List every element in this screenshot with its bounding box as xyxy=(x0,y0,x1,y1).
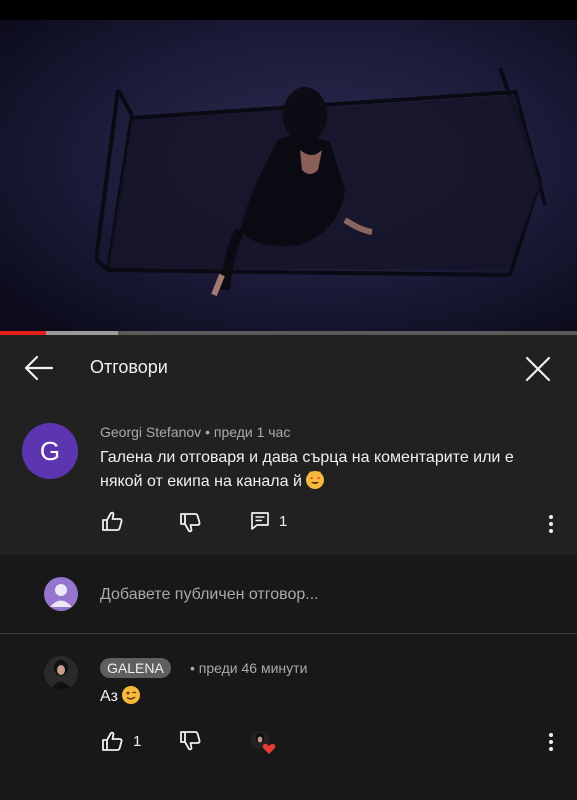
reply-comment: GALENA • преди 46 минути Аз 1 xyxy=(0,634,577,800)
more-vert-icon xyxy=(546,733,556,751)
like-button[interactable] xyxy=(101,511,123,531)
reply-text-block: Аз xyxy=(100,686,141,706)
reply-time: преди 46 минути xyxy=(198,660,308,676)
video-player[interactable] xyxy=(0,20,577,331)
status-bar xyxy=(0,0,577,20)
dislike-icon xyxy=(180,731,201,751)
winking-face-icon xyxy=(122,686,141,704)
reply-count-button[interactable]: 1 xyxy=(251,512,287,530)
close-icon xyxy=(525,356,551,382)
back-button[interactable] xyxy=(22,353,56,383)
reply-input[interactable]: Добавете публичен отговор... xyxy=(100,586,319,604)
like-button[interactable]: 1 xyxy=(101,731,141,751)
replies-header: Отговори xyxy=(0,335,577,400)
like-icon xyxy=(102,511,123,531)
more-options-button[interactable] xyxy=(546,513,556,535)
more-vert-icon xyxy=(546,515,556,533)
person-icon xyxy=(50,584,72,607)
avatar[interactable]: G xyxy=(22,423,78,479)
creator-heart[interactable] xyxy=(250,730,276,756)
reply-text: Аз xyxy=(100,688,119,705)
meta-separator: • xyxy=(205,424,214,440)
like-count: 1 xyxy=(133,732,142,750)
avatar[interactable] xyxy=(44,656,78,690)
dislike-button[interactable] xyxy=(179,731,201,751)
comment-text-block: Галена ли отговаря и дава сърца на комен… xyxy=(100,446,560,494)
comment-meta: Georgi Stefanov • преди 1 час xyxy=(100,424,290,440)
smiling-cat-heart-eyes-icon xyxy=(306,471,325,489)
reply-count: 1 xyxy=(279,512,288,530)
user-avatar xyxy=(44,577,78,611)
comment-author[interactable]: Georgi Stefanov xyxy=(100,424,201,440)
more-options-button[interactable] xyxy=(546,731,556,753)
creator-heart-icon xyxy=(251,731,276,754)
back-arrow-icon xyxy=(24,355,54,381)
reply-icon xyxy=(251,512,269,530)
video-frame xyxy=(0,20,577,331)
dislike-button[interactable] xyxy=(179,513,201,533)
avatar-photo xyxy=(44,656,78,690)
dislike-icon xyxy=(180,513,201,533)
comment-time: преди 1 час xyxy=(213,424,291,440)
author-badge[interactable]: GALENA xyxy=(100,658,171,678)
meta-separator: • xyxy=(190,660,199,676)
reply-meta: • преди 46 минути xyxy=(190,660,307,676)
parent-comment: G Georgi Stefanov • преди 1 час Галена л… xyxy=(0,400,577,555)
reply-input-row: Добавете публичен отговор... xyxy=(0,555,577,633)
close-button[interactable] xyxy=(522,353,554,385)
like-icon xyxy=(102,731,123,751)
page-title: Отговори xyxy=(90,357,168,377)
